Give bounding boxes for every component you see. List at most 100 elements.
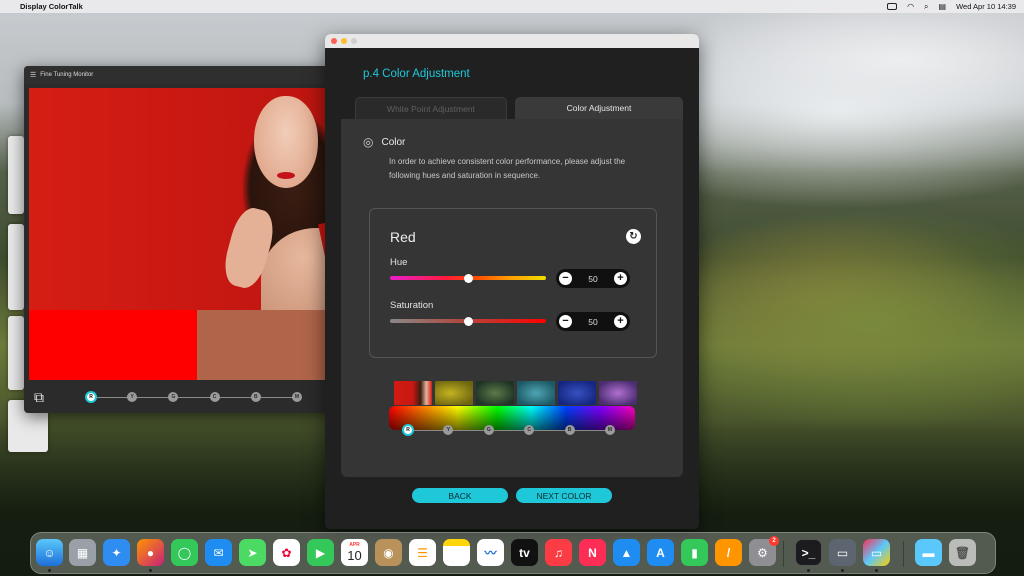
hue-value[interactable]: 50	[588, 274, 597, 284]
apple-tv-icon[interactable]: tv	[511, 539, 538, 566]
reminders-icon[interactable]: ☰	[409, 539, 436, 566]
app-store-icon[interactable]: A	[647, 539, 674, 566]
keynote-icon[interactable]: ▲	[613, 539, 640, 566]
color-step-track: RYGCBM	[402, 424, 615, 436]
thumbnail-red[interactable]	[394, 381, 432, 405]
background-window-3[interactable]	[8, 316, 24, 390]
safari-icon[interactable]: ✦	[103, 539, 130, 566]
news-icon[interactable]: N	[579, 539, 606, 566]
section-description: In order to achieve consistent color per…	[389, 157, 626, 180]
reset-icon[interactable]: ↻	[626, 229, 641, 244]
zoom-button[interactable]	[351, 38, 357, 44]
hue-slider-thumb[interactable]	[463, 273, 473, 283]
thumbnail-magenta[interactable]	[599, 381, 637, 405]
track-line	[403, 429, 615, 431]
tab-color-adjustment[interactable]: Color Adjustment	[515, 97, 683, 119]
step-node-g[interactable]: G	[168, 392, 179, 402]
step-node-r[interactable]: R	[85, 391, 97, 403]
next-color-button[interactable]: NEXT COLOR	[516, 488, 612, 503]
back-button[interactable]: BACK	[412, 488, 508, 503]
sliders-icon: ☰	[30, 72, 37, 79]
step-node-c[interactable]: C	[524, 425, 535, 435]
menu-bar: Display ColorTalk ◠ ⌕ ▤ Wed Apr 10 14:39	[0, 0, 1024, 13]
minimize-button[interactable]	[341, 38, 347, 44]
adjustment-card: Red ↻ Hue − 50 + Saturation − 50 +	[369, 208, 657, 358]
thumbnail-yellow[interactable]	[435, 381, 473, 405]
maps-icon[interactable]: ➤	[239, 539, 266, 566]
color-thumbnails	[394, 381, 637, 405]
calendar-icon[interactable]: APR 10	[341, 539, 368, 566]
step-node-y[interactable]: Y	[443, 425, 454, 435]
thumbnail-cyan[interactable]	[517, 381, 555, 405]
pages-icon[interactable]: /	[715, 539, 742, 566]
tab-white-point-adjustment[interactable]: White Point Adjustment	[355, 97, 507, 119]
track-line	[86, 396, 302, 398]
saturation-increase-button[interactable]: +	[614, 315, 627, 328]
color-monitor-icon[interactable]: ▭	[863, 539, 890, 566]
thumbnail-green[interactable]	[476, 381, 514, 405]
fine-tuning-monitor-window[interactable]: ☰ Fine Tuning Monitor ⧉ R Y G C B M	[24, 66, 372, 413]
control-center-icon[interactable]: ▤	[939, 2, 947, 11]
saturation-value[interactable]: 50	[588, 317, 597, 327]
display-colortalk-icon[interactable]: ▭	[829, 539, 856, 566]
notes-icon[interactable]	[443, 539, 470, 566]
step-node-m[interactable]: M	[292, 392, 302, 402]
step-node-b[interactable]: B	[564, 425, 575, 435]
saturation-label: Saturation	[390, 300, 434, 311]
numbers-icon[interactable]: ▮	[681, 539, 708, 566]
step-node-c[interactable]: C	[209, 392, 220, 402]
menubar-clock[interactable]: Wed Apr 10 14:39	[956, 2, 1016, 11]
messages-icon[interactable]: ◯	[171, 539, 198, 566]
finder-icon[interactable]: ☺	[36, 539, 63, 566]
portrait-lips	[277, 172, 295, 179]
target-color-swatch	[29, 310, 197, 380]
menubar-app-name[interactable]: Display ColorTalk	[20, 2, 83, 11]
hue-slider[interactable]	[390, 273, 546, 283]
system-settings-icon[interactable]: ⚙ 2	[749, 536, 779, 566]
background-window-1[interactable]	[8, 136, 24, 214]
dock-separator-2	[903, 541, 904, 567]
contacts-icon[interactable]: ◉	[375, 539, 402, 566]
terminal-running-indicator	[807, 569, 810, 572]
saturation-slider-thumb[interactable]	[463, 316, 473, 326]
step-node-y[interactable]: Y	[127, 392, 138, 402]
display-switch-icon[interactable]: ⧉	[34, 390, 44, 404]
step-node-m[interactable]: M	[605, 425, 615, 435]
saturation-decrease-button[interactable]: −	[559, 315, 572, 328]
step-node-r[interactable]: R	[402, 424, 414, 436]
settings-badge: 2	[769, 536, 779, 546]
tab-bar: White Point Adjustment Color Adjustment	[355, 97, 683, 119]
thumbnail-blue[interactable]	[558, 381, 596, 405]
firefox-running-indicator	[149, 569, 152, 572]
monitor-title: Fine Tuning Monitor	[40, 72, 94, 78]
firefox-icon[interactable]: ●	[137, 539, 164, 566]
battery-icon[interactable]	[887, 3, 898, 10]
photos-icon[interactable]: ✿	[273, 539, 300, 566]
hue-stepper: − 50 +	[556, 269, 630, 288]
background-window-2[interactable]	[8, 224, 24, 310]
section-title: Color	[381, 136, 406, 148]
terminal-icon[interactable]: >_	[795, 539, 822, 566]
monitor-titlebar[interactable]: ☰ Fine Tuning Monitor	[24, 66, 372, 84]
hue-increase-button[interactable]: +	[614, 272, 627, 285]
colortalk-running-indicator	[841, 569, 844, 572]
facetime-icon[interactable]: ▶	[307, 539, 334, 566]
mail-icon[interactable]: ✉	[205, 539, 232, 566]
step-node-g[interactable]: G	[483, 425, 494, 435]
wifi-icon[interactable]: ◠	[907, 2, 914, 11]
saturation-stepper: − 50 +	[556, 312, 630, 331]
spotlight-search-icon[interactable]: ⌕	[924, 2, 928, 11]
downloads-folder-icon[interactable]: ▬	[915, 539, 942, 566]
section-header: ◎ Color	[363, 135, 405, 149]
color-adjustment-window[interactable]: p.4 Color Adjustment White Point Adjustm…	[325, 34, 699, 529]
step-node-b[interactable]: B	[250, 392, 261, 402]
freeform-icon[interactable]: 〰	[477, 539, 504, 566]
dock: ☺ ▦ ✦ ● ◯ ✉ ➤ ✿ ▶ APR 10 ◉ ☰ 〰 tv ♫ N ▲ …	[30, 532, 996, 574]
trash-icon[interactable]: 🗑	[949, 539, 976, 566]
music-icon[interactable]: ♫	[545, 539, 572, 566]
hue-decrease-button[interactable]: −	[559, 272, 572, 285]
launchpad-icon[interactable]: ▦	[69, 539, 96, 566]
saturation-slider[interactable]	[390, 316, 546, 326]
close-button[interactable]	[331, 38, 337, 44]
main-titlebar[interactable]	[325, 34, 699, 48]
